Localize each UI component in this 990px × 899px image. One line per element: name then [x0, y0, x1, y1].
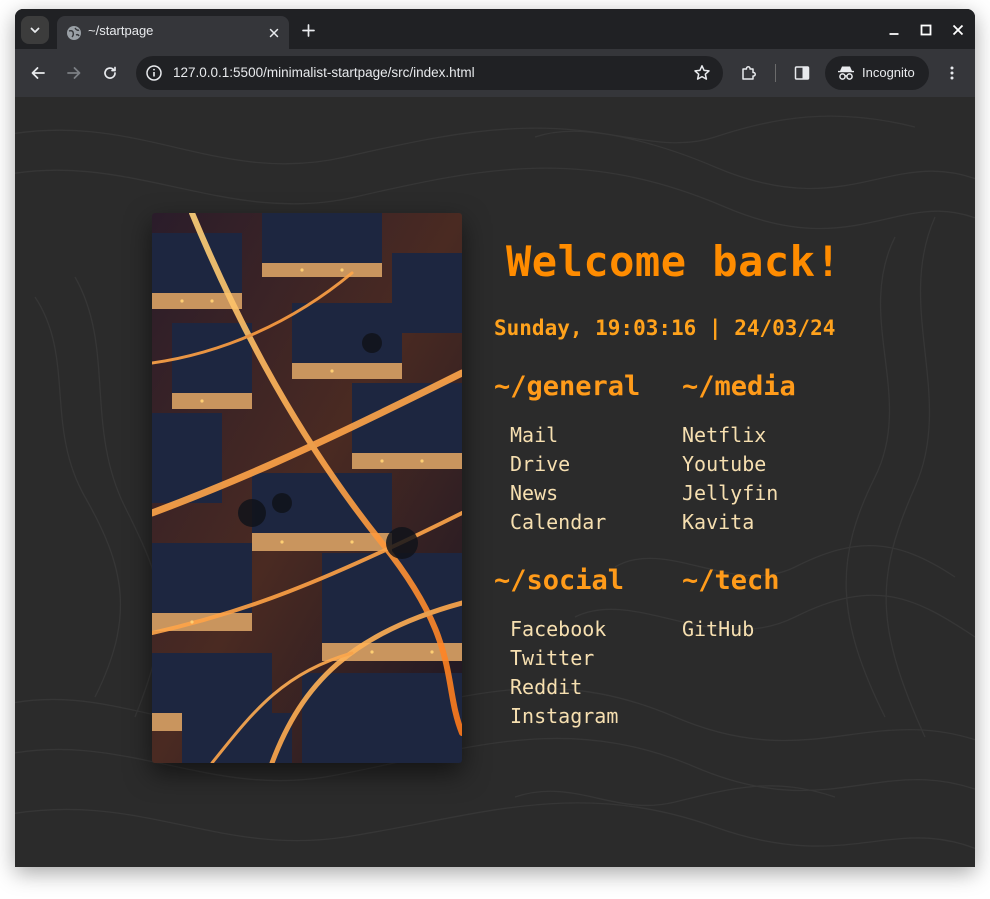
link-jellyfin[interactable]: Jellyfin: [682, 479, 778, 508]
section-title-media: ~/media: [682, 371, 796, 402]
link-news[interactable]: News: [510, 479, 606, 508]
section-title-social: ~/social: [494, 565, 625, 596]
link-netflix[interactable]: Netflix: [682, 421, 778, 450]
page-viewport: Welcome back! Sunday, 19:03:16 | 24/03/2…: [15, 97, 975, 867]
incognito-indicator[interactable]: Incognito: [825, 56, 929, 90]
puzzle-icon: [742, 66, 756, 80]
incognito-icon: [838, 66, 854, 80]
close-window-button[interactable]: [947, 19, 969, 41]
forward-button[interactable]: [62, 61, 86, 85]
address-bar[interactable]: 127.0.0.1:5500/minimalist-startpage/src/…: [136, 56, 723, 90]
incognito-label: Incognito: [862, 65, 915, 80]
link-calendar[interactable]: Calendar: [510, 508, 606, 537]
side-panel-icon: [794, 66, 810, 80]
link-instagram[interactable]: Instagram: [510, 702, 618, 731]
link-youtube[interactable]: Youtube: [682, 450, 778, 479]
side-panel-button[interactable]: [790, 61, 814, 85]
link-facebook[interactable]: Facebook: [510, 615, 618, 644]
link-list-tech: GitHub: [682, 615, 754, 644]
tab-search-button[interactable]: [21, 16, 49, 44]
reload-button[interactable]: [98, 61, 122, 85]
new-tab-button[interactable]: [297, 19, 319, 41]
info-icon[interactable]: [145, 64, 163, 82]
datetime-display: Sunday, 19:03:16 | 24/03/24: [494, 316, 836, 340]
reload-icon: [104, 66, 116, 79]
url-text[interactable]: 127.0.0.1:5500/minimalist-startpage/src/…: [173, 65, 475, 80]
city-night-image: [152, 213, 462, 763]
city-photo: [152, 213, 462, 763]
extensions-button[interactable]: [737, 61, 761, 85]
back-arrow-icon: [31, 67, 45, 79]
star-icon[interactable]: [693, 64, 711, 82]
minimize-icon: [889, 33, 899, 35]
section-title-general: ~/general: [494, 371, 641, 402]
maximize-button[interactable]: [915, 19, 937, 41]
plus-icon: [301, 23, 315, 37]
close-icon: [952, 24, 964, 36]
link-github[interactable]: GitHub: [682, 615, 754, 644]
tab-close-button[interactable]: [265, 24, 283, 42]
forward-arrow-icon: [67, 67, 81, 79]
tab-title: ~/startpage: [88, 23, 154, 38]
link-mail[interactable]: Mail: [510, 421, 606, 450]
tab-startpage[interactable]: ~/startpage: [57, 16, 289, 49]
link-reddit[interactable]: Reddit: [510, 673, 618, 702]
welcome-heading: Welcome back!: [506, 237, 842, 286]
toolbar-separator: [775, 64, 776, 82]
link-list-media: Netflix Youtube Jellyfin Kavita: [682, 421, 778, 537]
browser-window: ~/startpage 127.0.0.1:5500/minimalist-st…: [15, 9, 975, 867]
section-title-tech: ~/tech: [682, 565, 780, 596]
link-twitter[interactable]: Twitter: [510, 644, 618, 673]
link-list-social: Facebook Twitter Reddit Instagram: [510, 615, 618, 731]
browser-menu-button[interactable]: [940, 61, 964, 85]
link-list-general: Mail Drive News Calendar: [510, 421, 606, 537]
maximize-icon: [920, 24, 932, 36]
close-icon: [269, 28, 279, 38]
kebab-menu-icon: [950, 66, 954, 80]
chevron-down-icon: [30, 27, 40, 33]
tab-strip: ~/startpage: [15, 9, 975, 49]
browser-toolbar: 127.0.0.1:5500/minimalist-startpage/src/…: [15, 49, 975, 98]
link-kavita[interactable]: Kavita: [682, 508, 778, 537]
globe-icon: [67, 26, 81, 40]
minimize-button[interactable]: [883, 19, 905, 41]
back-button[interactable]: [26, 61, 50, 85]
link-drive[interactable]: Drive: [510, 450, 606, 479]
